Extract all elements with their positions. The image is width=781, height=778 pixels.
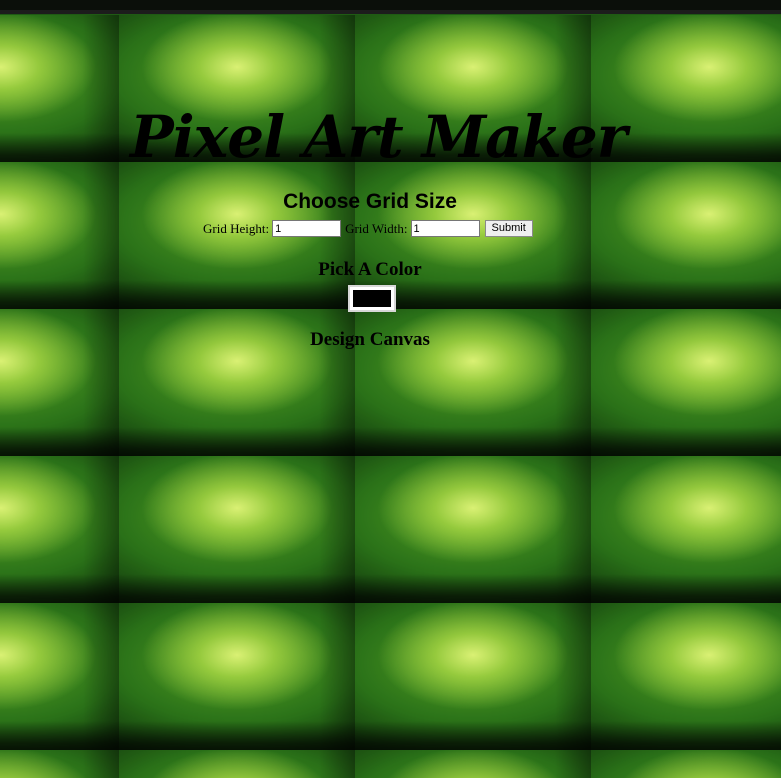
grid-size-heading: Choose Grid Size xyxy=(283,190,457,213)
design-canvas-heading: Design Canvas xyxy=(310,329,430,350)
grid-size-form: Grid Height: Grid Width: Submit xyxy=(203,220,533,237)
page-title: Pixel Art Maker xyxy=(130,103,627,171)
pick-color-heading: Pick A Color xyxy=(318,259,422,280)
grid-width-label: Grid Width: xyxy=(345,220,408,236)
color-swatch xyxy=(353,290,391,307)
grid-height-label: Grid Height: xyxy=(203,220,270,236)
grid-height-input[interactable] xyxy=(272,220,342,237)
color-picker[interactable] xyxy=(348,285,396,312)
grid-width-input[interactable] xyxy=(410,220,480,237)
submit-button[interactable]: Submit xyxy=(484,220,533,237)
browser-top-bar xyxy=(0,0,781,14)
